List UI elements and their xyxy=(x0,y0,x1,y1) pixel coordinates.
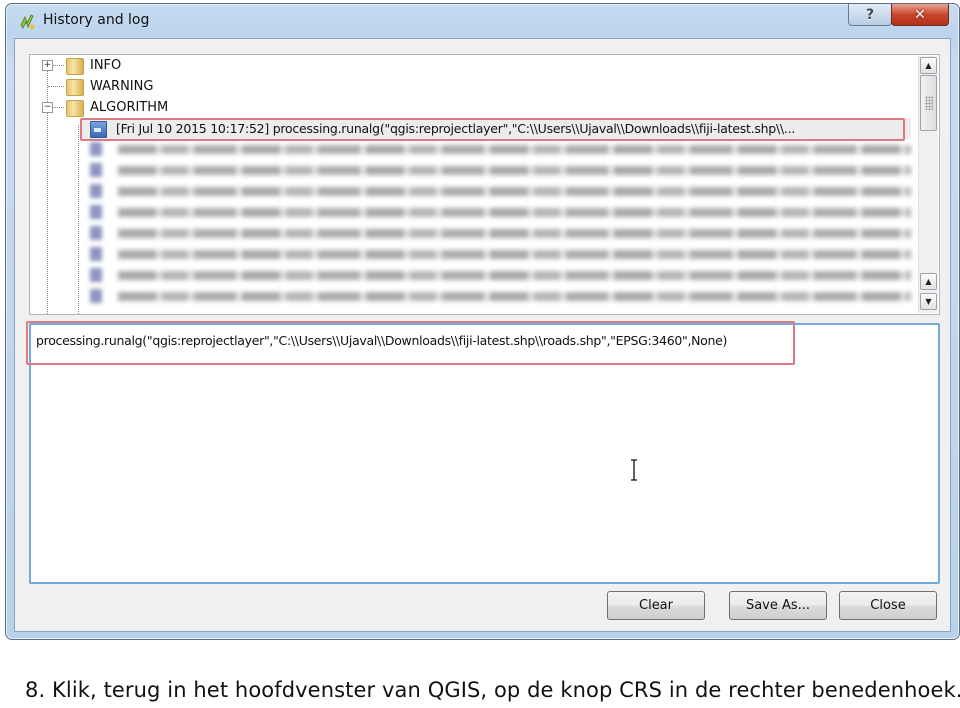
splitter-handle[interactable] xyxy=(29,316,938,319)
history-entry-redacted[interactable] xyxy=(88,286,911,307)
folder-icon xyxy=(66,100,84,117)
history-entry-redacted[interactable] xyxy=(88,181,911,202)
tree-line xyxy=(52,107,64,108)
help-icon: ? xyxy=(865,6,875,23)
window-title: History and log xyxy=(43,12,150,28)
redacted-text xyxy=(118,208,911,217)
redacted-text xyxy=(118,250,911,259)
tree-line xyxy=(48,86,64,87)
algorithm-entry-icon xyxy=(90,163,102,177)
grip-icon xyxy=(925,96,933,110)
algorithm-entry-icon xyxy=(90,142,102,156)
algorithm-entry-icon xyxy=(90,184,102,198)
text-cursor-icon xyxy=(631,459,637,481)
tree-item-label: INFO xyxy=(90,58,122,73)
clear-button[interactable]: Clear xyxy=(607,591,705,620)
redacted-text xyxy=(118,292,911,301)
scroll-thumb[interactable] xyxy=(920,75,937,131)
highlight-box xyxy=(26,321,795,365)
history-and-log-dialog: History and log ? ✕ + INFO WARNING − ALG… xyxy=(5,3,960,640)
window-close-button[interactable]: ✕ xyxy=(891,4,949,26)
history-entry-redacted[interactable] xyxy=(88,223,911,244)
qgis-logo-icon xyxy=(20,14,35,30)
scroll-down-button[interactable]: ▼ xyxy=(920,293,937,310)
scroll-up-button[interactable]: ▲ xyxy=(920,57,937,74)
folder-icon xyxy=(66,58,84,75)
redacted-text xyxy=(118,187,911,196)
algorithm-entry-icon xyxy=(90,247,102,261)
redacted-text xyxy=(118,229,911,238)
arrow-up-icon: ▲ xyxy=(925,61,932,70)
arrow-up-icon: ▲ xyxy=(925,277,932,286)
algorithm-entry-icon xyxy=(90,226,102,240)
tree-item-label: WARNING xyxy=(90,79,154,94)
redacted-text xyxy=(118,166,911,175)
algorithm-entry-icon xyxy=(90,205,102,219)
history-entry-redacted[interactable] xyxy=(88,160,911,181)
expand-icon[interactable]: + xyxy=(42,60,53,71)
help-button[interactable]: ? xyxy=(848,4,892,26)
highlight-box xyxy=(80,118,905,141)
redacted-text xyxy=(118,271,911,280)
history-entry-redacted[interactable] xyxy=(88,202,911,223)
history-tree[interactable]: + INFO WARNING − ALGORITHM [Fri Jul 10 2… xyxy=(29,54,940,315)
algorithm-entry-icon xyxy=(90,289,102,303)
folder-icon xyxy=(66,79,84,96)
save-as-button[interactable]: Save As... xyxy=(729,591,827,620)
arrow-down-icon: ▼ xyxy=(925,297,932,306)
instruction-caption: 8. Klik, terug in het hoofdvenster van Q… xyxy=(25,678,960,702)
dialog-body: + INFO WARNING − ALGORITHM [Fri Jul 10 2… xyxy=(14,38,951,632)
close-button[interactable]: Close xyxy=(839,591,937,620)
tree-line xyxy=(78,125,79,314)
tree-line xyxy=(52,65,64,66)
close-icon: ✕ xyxy=(914,6,926,23)
title-bar[interactable]: History and log ? ✕ xyxy=(6,4,959,38)
tree-vertical-scrollbar[interactable]: ▲ ▲ ▼ xyxy=(918,56,938,313)
redacted-text xyxy=(118,145,911,154)
scroll-up-button-lower[interactable]: ▲ xyxy=(920,273,937,290)
history-entry-redacted[interactable] xyxy=(88,244,911,265)
history-entry-redacted[interactable] xyxy=(88,265,911,286)
history-entry-redacted[interactable] xyxy=(88,139,911,160)
algorithm-entry-icon xyxy=(90,268,102,282)
tree-item-label: ALGORITHM xyxy=(90,100,169,115)
collapse-icon[interactable]: − xyxy=(42,102,53,113)
